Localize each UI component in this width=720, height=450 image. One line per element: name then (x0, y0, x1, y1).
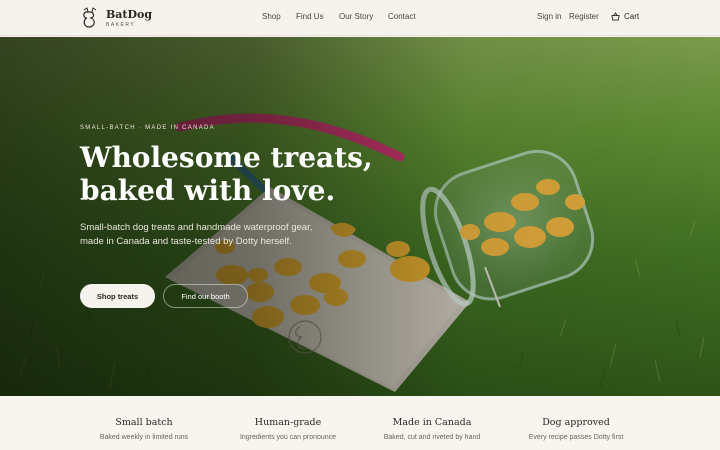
feature-dog-approved: Dog approved Every recipe passes Dotty f… (501, 417, 651, 441)
hero-headline-line-2: baked with love. (80, 174, 336, 207)
feature-title: Small batch (115, 417, 173, 428)
basket-icon (611, 12, 620, 21)
feature-title: Made in Canada (392, 417, 472, 428)
feature-description: Ingredients you can pronounce (239, 434, 337, 441)
hero-headline-line-1: Wholesome treats, (80, 141, 373, 174)
brand-name: BatDog (106, 8, 153, 21)
site-header: BatDog BAKERY Shop Find Us Our Story Con… (0, 0, 720, 36)
feature-title: Dog approved (542, 417, 610, 428)
feature-description: Baked, cut and riveted by hand (383, 434, 481, 441)
nav-find-us[interactable]: Find Us (296, 12, 324, 21)
feature-made-in-canada: Made in Canada Baked, cut and riveted by… (357, 417, 507, 441)
hero-headline: Wholesome treats, baked with love. (80, 141, 380, 207)
feature-small-batch: Small batch Baked weekly in limited runs (69, 417, 219, 441)
sign-in-link[interactable]: Sign in (537, 12, 561, 21)
hero-eyebrow: SMALL-BATCH · MADE IN CANADA (80, 125, 215, 131)
feature-description: Baked weekly in limited runs (99, 434, 189, 441)
cart-label: Cart (624, 12, 640, 21)
brand-logo[interactable]: BatDog BAKERY (81, 7, 181, 31)
batdog-logo-icon (83, 7, 97, 28)
feature-title: Human-grade (254, 417, 322, 428)
find-booth-button[interactable]: Find our booth (163, 284, 248, 308)
brand-subtitle: BAKERY (106, 22, 136, 28)
nav-our-story[interactable]: Our Story (339, 12, 373, 21)
register-link[interactable]: Register (569, 12, 599, 21)
features-strip: Small batch Baked weekly in limited runs… (0, 396, 720, 450)
shop-treats-button[interactable]: Shop treats (80, 284, 155, 308)
feature-description: Every recipe passes Dotty first (528, 434, 624, 441)
feature-human-grade: Human-grade Ingredients you can pronounc… (213, 417, 363, 441)
nav-shop[interactable]: Shop (262, 12, 281, 21)
nav-contact[interactable]: Contact (388, 12, 416, 21)
hero-overlay (0, 37, 720, 396)
hero-subtext: Small-batch dog treats and handmade wate… (80, 222, 313, 247)
hero-section: SMALL-BATCH · MADE IN CANADA Wholesome t… (0, 37, 720, 396)
